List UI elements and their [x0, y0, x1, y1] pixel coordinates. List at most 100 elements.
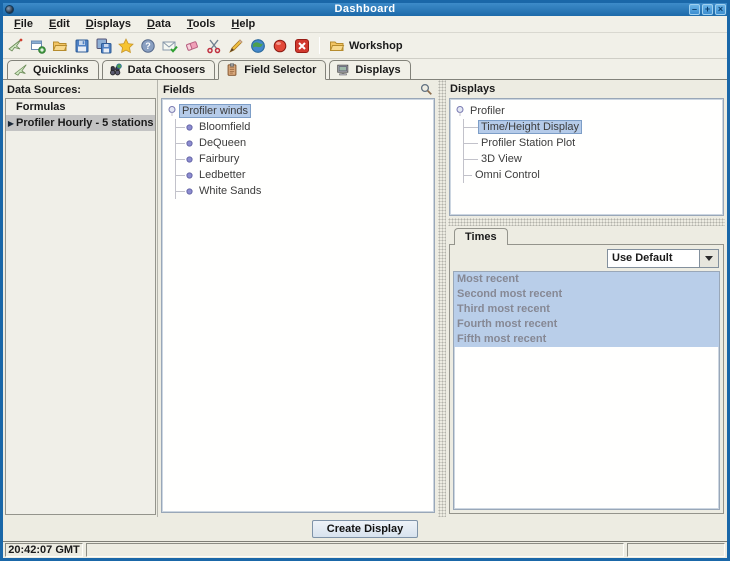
toolbar-separator: [319, 37, 320, 54]
fields-tree-children: Bloomfield DeQueen Fairbury Ledbetter Wh…: [175, 119, 432, 199]
tab-quicklinks[interactable]: Quicklinks: [7, 60, 99, 80]
tab-field-selector[interactable]: Field Selector: [218, 60, 326, 80]
menu-file[interactable]: File: [6, 17, 41, 31]
data-sources-panel: Data Sources: Formulas ▶ Profiler Hourly…: [3, 80, 158, 517]
menu-displays[interactable]: Displays: [78, 17, 139, 31]
window-title: Dashboard: [3, 3, 727, 16]
tab-displays[interactable]: Displays: [329, 60, 410, 80]
data-source-item-profiler-hourly[interactable]: ▶ Profiler Hourly - 5 stations: [6, 115, 155, 131]
displays-icon: [336, 63, 350, 77]
field-selector-icon: [225, 63, 239, 77]
tree-node-profiler-station-plot[interactable]: Profiler Station Plot: [464, 135, 721, 151]
time-mode-combobox[interactable]: Use Default: [607, 249, 719, 268]
status-message-box: [86, 543, 624, 557]
leaf-bullet-icon: [186, 156, 193, 163]
time-item[interactable]: Most recent: [454, 272, 719, 287]
support-request-icon[interactable]: [162, 38, 178, 54]
create-display-button[interactable]: Create Display: [312, 520, 418, 538]
tree-node-label: Profiler winds: [179, 104, 251, 118]
tree-node-label: White Sands: [196, 185, 264, 197]
displays-tree: Profiler Time/Height Display Profiler St…: [449, 98, 724, 216]
displays-panel: Displays Profiler Time/Height Display Pr…: [446, 80, 727, 517]
tree-node-ledbetter[interactable]: Ledbetter: [176, 167, 432, 183]
leaf-bullet-icon: [186, 140, 193, 147]
tree-node-label: Ledbetter: [196, 169, 248, 181]
save-as-icon[interactable]: [96, 38, 112, 54]
clock: 20:42:07 GMT: [5, 543, 83, 557]
tree-node-label: Fairbury: [196, 153, 242, 165]
open-file-icon[interactable]: [52, 38, 68, 54]
tree-node-dequeen[interactable]: DeQueen: [176, 135, 432, 151]
data-source-label: Profiler Hourly - 5 stations: [16, 117, 154, 129]
combobox-value: Use Default: [608, 250, 699, 267]
tree-node-label: Bloomfield: [196, 121, 253, 133]
time-item[interactable]: Fifth most recent: [454, 332, 719, 347]
data-sources-header: Data Sources:: [5, 81, 156, 98]
tab-times[interactable]: Times: [454, 228, 508, 245]
tab-label: Data Choosers: [128, 64, 206, 76]
horizontal-splitter[interactable]: [448, 218, 725, 226]
menubar: File Edit Displays Data Tools Help: [3, 16, 727, 33]
times-box: Use Default Most recent Second most rece…: [449, 244, 724, 514]
menu-data[interactable]: Data: [139, 17, 179, 31]
erase-icon[interactable]: [184, 38, 200, 54]
record-icon[interactable]: [272, 38, 288, 54]
vertical-splitter[interactable]: [438, 80, 446, 517]
tree-node-label: 3D View: [478, 153, 525, 165]
tree-node-omni-control[interactable]: Omni Control: [464, 167, 721, 183]
workshop-label: Workshop: [349, 40, 403, 52]
menu-edit[interactable]: Edit: [41, 17, 78, 31]
edit-icon[interactable]: [228, 38, 244, 54]
close-button[interactable]: ×: [715, 4, 726, 15]
favorites-icon[interactable]: [118, 38, 134, 54]
chevron-down-icon[interactable]: [699, 250, 718, 267]
tree-node-bloomfield[interactable]: Bloomfield: [176, 119, 432, 135]
maximize-button[interactable]: +: [702, 4, 713, 15]
data-sources-list: Formulas ▶ Profiler Hourly - 5 stations: [5, 98, 156, 515]
tree-node-profiler[interactable]: Profiler: [455, 103, 721, 119]
save-icon[interactable]: [74, 38, 90, 54]
leaf-bullet-icon: [186, 188, 193, 195]
time-item[interactable]: Second most recent: [454, 287, 719, 302]
exit-icon[interactable]: [294, 38, 310, 54]
fields-header-row: Fields: [159, 80, 437, 97]
tree-node-3d-view[interactable]: 3D View: [464, 151, 721, 167]
tree-expanded-handle-icon[interactable]: [167, 105, 177, 117]
help-icon[interactable]: ?: [140, 38, 156, 54]
status-side-box: [627, 543, 725, 557]
footer-bar: Create Display: [3, 517, 727, 541]
tree-node-time-height-display[interactable]: Time/Height Display: [464, 119, 721, 135]
workshop-folder-icon[interactable]: [329, 38, 345, 54]
window-controls: – + ×: [689, 4, 726, 15]
tree-node-profiler-winds[interactable]: Profiler winds: [167, 103, 432, 119]
tree-node-label: Time/Height Display: [478, 120, 582, 134]
tree-node-fairbury[interactable]: Fairbury: [176, 151, 432, 167]
titlebar[interactable]: Dashboard – + ×: [3, 3, 727, 16]
tree-expanded-handle-icon[interactable]: [455, 105, 465, 117]
tab-label: Displays: [355, 64, 400, 76]
selection-arrow: ▶: [6, 119, 16, 128]
search-icon[interactable]: [420, 83, 433, 96]
tree-node-label: Profiler Station Plot: [478, 137, 578, 149]
tree-node-white-sands[interactable]: White Sands: [176, 183, 432, 199]
new-window-icon[interactable]: [30, 38, 46, 54]
leaf-bullet-icon: [186, 124, 193, 131]
cut-icon[interactable]: [206, 38, 222, 54]
fields-tree: Profiler winds Bloomfield DeQueen Fairbu…: [161, 98, 435, 513]
svg-text:?: ?: [145, 41, 151, 51]
menu-tools[interactable]: Tools: [179, 17, 224, 31]
tab-data-choosers[interactable]: Data Choosers: [102, 60, 216, 80]
data-source-label: Formulas: [16, 101, 66, 113]
times-panel: Times Use Default Most recent Second mos…: [449, 228, 724, 514]
data-source-item-formulas[interactable]: Formulas: [6, 99, 155, 115]
show-dashboard-icon[interactable]: [8, 38, 24, 54]
times-list: Most recent Second most recent Third mos…: [453, 271, 720, 510]
minimize-button[interactable]: –: [689, 4, 700, 15]
time-item[interactable]: Third most recent: [454, 302, 719, 317]
tab-label: Field Selector: [244, 64, 316, 76]
globe-icon[interactable]: [250, 38, 266, 54]
time-item[interactable]: Fourth most recent: [454, 317, 719, 332]
fields-panel: Fields Profiler winds Bloomfield: [158, 80, 438, 517]
menu-help[interactable]: Help: [223, 17, 263, 31]
quicklinks-icon: [14, 63, 28, 77]
